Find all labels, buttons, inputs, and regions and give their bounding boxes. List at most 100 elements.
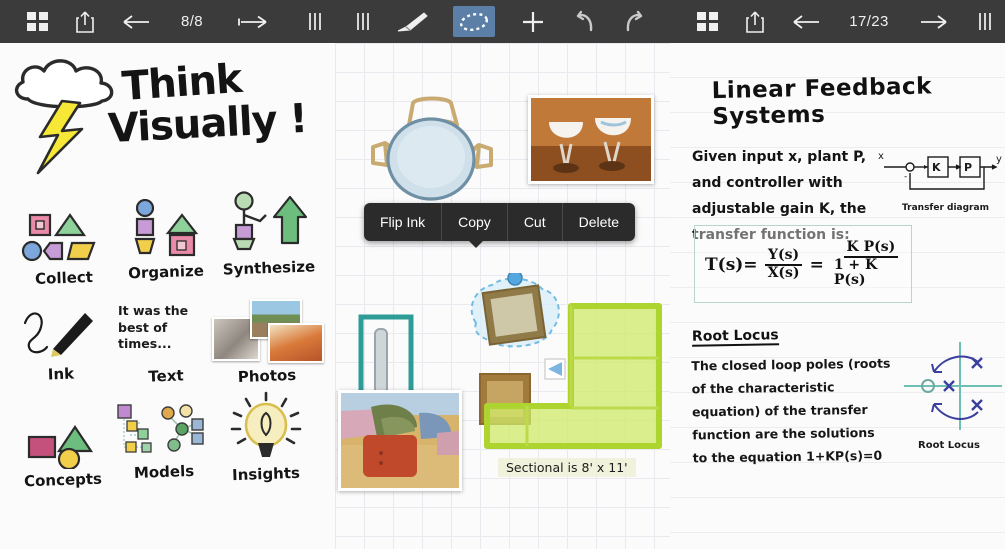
photo-stack-icon [206,297,328,365]
svg-text:K: K [932,161,941,174]
whiteboard-canvas[interactable]: Think Visually ! Collect Organize Synthe… [0,43,335,549]
photo-thumb-3 [268,323,324,363]
context-menu-item-flip-ink[interactable]: Flip Ink [364,203,443,241]
cell-concepts[interactable]: Concepts [8,411,118,491]
context-menu[interactable]: Flip Ink Copy Cut Delete [364,203,636,248]
cell-models[interactable]: Models [106,403,222,483]
cell-insights[interactable]: Insights [208,391,324,485]
undo-arrow-glyph [576,10,592,31]
pen-tool-glyph [398,11,428,31]
svg-text:P: P [964,161,972,174]
couch-photo-content [341,393,459,488]
concept-shapes-glyph [27,425,94,469]
page-indicator-label: 17/23 [849,13,889,30]
concept-shapes-icon [8,411,118,469]
back-arrow-icon[interactable] [780,0,832,43]
svg-text:-: - [904,172,907,182]
round-table-sketch[interactable] [355,91,535,221]
equation-equals: = [809,254,824,275]
page-indicator: 8/8 [162,0,222,43]
lightbulb-glyph [230,391,302,457]
cell-collect[interactable]: Collect [12,209,116,289]
grid-view-glyph [26,12,48,31]
cell-label: Insights [231,463,301,485]
shapes-cluster-icon [12,209,116,267]
toolbar-canvas [335,0,670,43]
redo-arrow-glyph [626,10,642,31]
pen-scribble-icon [6,305,116,363]
diagram-caption: Transfer diagram [902,203,989,213]
share-upload-icon[interactable] [730,0,780,43]
arrow-right-glyph [921,14,947,29]
stacked-shapes-glyph [134,199,199,257]
toolbar-notes: 17/23 [670,0,1005,43]
fraction-numerator: Y(s) [765,247,803,266]
node-graph-glyph [117,404,204,453]
plus-glyph [522,11,543,32]
arrow-left-glyph [123,14,149,29]
menu-grip-icon[interactable] [309,0,321,43]
equation-fraction-1: Y(s) X(s) [765,247,803,281]
arrow-left-glyph [793,14,819,29]
chairs-photo[interactable] [528,95,654,184]
fraction-denominator: 1 + K P(s) [833,256,878,289]
menu-grip-icon[interactable] [357,0,370,43]
arrow-right-fit-glyph [238,15,267,28]
transfer-block-diagram: K P x y - [878,151,1002,190]
grid-canvas[interactable]: Flip Ink Copy Cut Delete Sectional is 8'… [335,43,670,549]
stacked-shapes-icon [114,199,218,261]
notes-canvas[interactable]: Linear Feedback Systems Given input x, p… [670,43,1005,549]
cell-synthesize[interactable]: Synthesize [214,191,324,279]
chairs-photo-content [549,118,631,173]
add-icon[interactable] [520,0,546,43]
equation-fraction-2: K P(s) 1 + K P(s) [831,239,911,289]
share-upload-glyph [746,10,764,33]
grid-view-icon[interactable] [684,0,730,43]
toolbar-whiteboard: 8/8 [0,0,335,43]
app-root: 8/8 Think Visually ! Collect Organize Sy… [0,0,1005,549]
lasso-select-icon[interactable] [453,0,496,43]
equation-box: T(s)= Y(s) X(s) = K P(s) 1 + K P(s) [694,225,912,303]
context-menu-item-delete[interactable]: Delete [563,203,635,241]
pen-scribble-glyph [23,312,93,357]
menu-grip-glyph [357,13,370,30]
cell-label: Collect [34,267,94,289]
fit-arrow-icon[interactable] [222,0,284,43]
panel-whiteboard: 8/8 Think Visually ! Collect Organize Sy… [0,0,335,549]
cell-label: Concepts [23,469,103,491]
cell-label: Photos [237,365,297,387]
redo-icon[interactable] [622,0,648,43]
cell-photos[interactable]: Photos [206,297,328,389]
fraction-denominator: X(s) [767,264,800,281]
undo-icon[interactable] [571,0,597,43]
panel-notes: 17/23 Linear Feedback Systems Given inpu… [670,0,1005,549]
cell-label: Synthesize [222,257,316,279]
equation-lhs: T(s)= [705,254,758,275]
page-indicator-label: 8/8 [180,13,204,30]
sectional-annotation[interactable]: Sectional is 8' x 11' [498,458,636,477]
cell-label: Models [133,461,195,483]
section-body-root-locus: The closed loop poles (roots of the char… [691,355,891,466]
couch-photo[interactable] [338,390,462,491]
forward-arrow-icon[interactable] [906,0,962,43]
page-indicator: 17/23 [832,0,906,43]
fraction-numerator: K P(s) [843,239,899,258]
lasso-select-glyph [460,12,489,31]
cell-organize[interactable]: Organize [114,199,218,283]
pen-tool-icon[interactable] [394,0,428,43]
note-heading: Linear Feedback Systems [711,73,933,131]
svg-text:y: y [996,154,1002,165]
cell-ink[interactable]: Ink [6,305,116,383]
root-locus-caption: Root Locus [918,440,980,451]
panel-grid-canvas: Flip Ink Copy Cut Delete Sectional is 8'… [335,0,670,549]
context-menu-item-cut[interactable]: Cut [508,203,563,241]
text-sample-label: It was the best of times... [118,302,189,352]
menu-grip-icon[interactable] [979,0,991,43]
share-upload-icon[interactable] [60,0,110,43]
context-menu-item-copy[interactable]: Copy [442,203,508,241]
grid-view-icon[interactable] [14,0,60,43]
back-arrow-icon[interactable] [110,0,162,43]
lightbulb-icon [208,391,324,463]
cell-label: Organize [127,261,205,283]
lasso-select-button[interactable] [453,6,496,37]
